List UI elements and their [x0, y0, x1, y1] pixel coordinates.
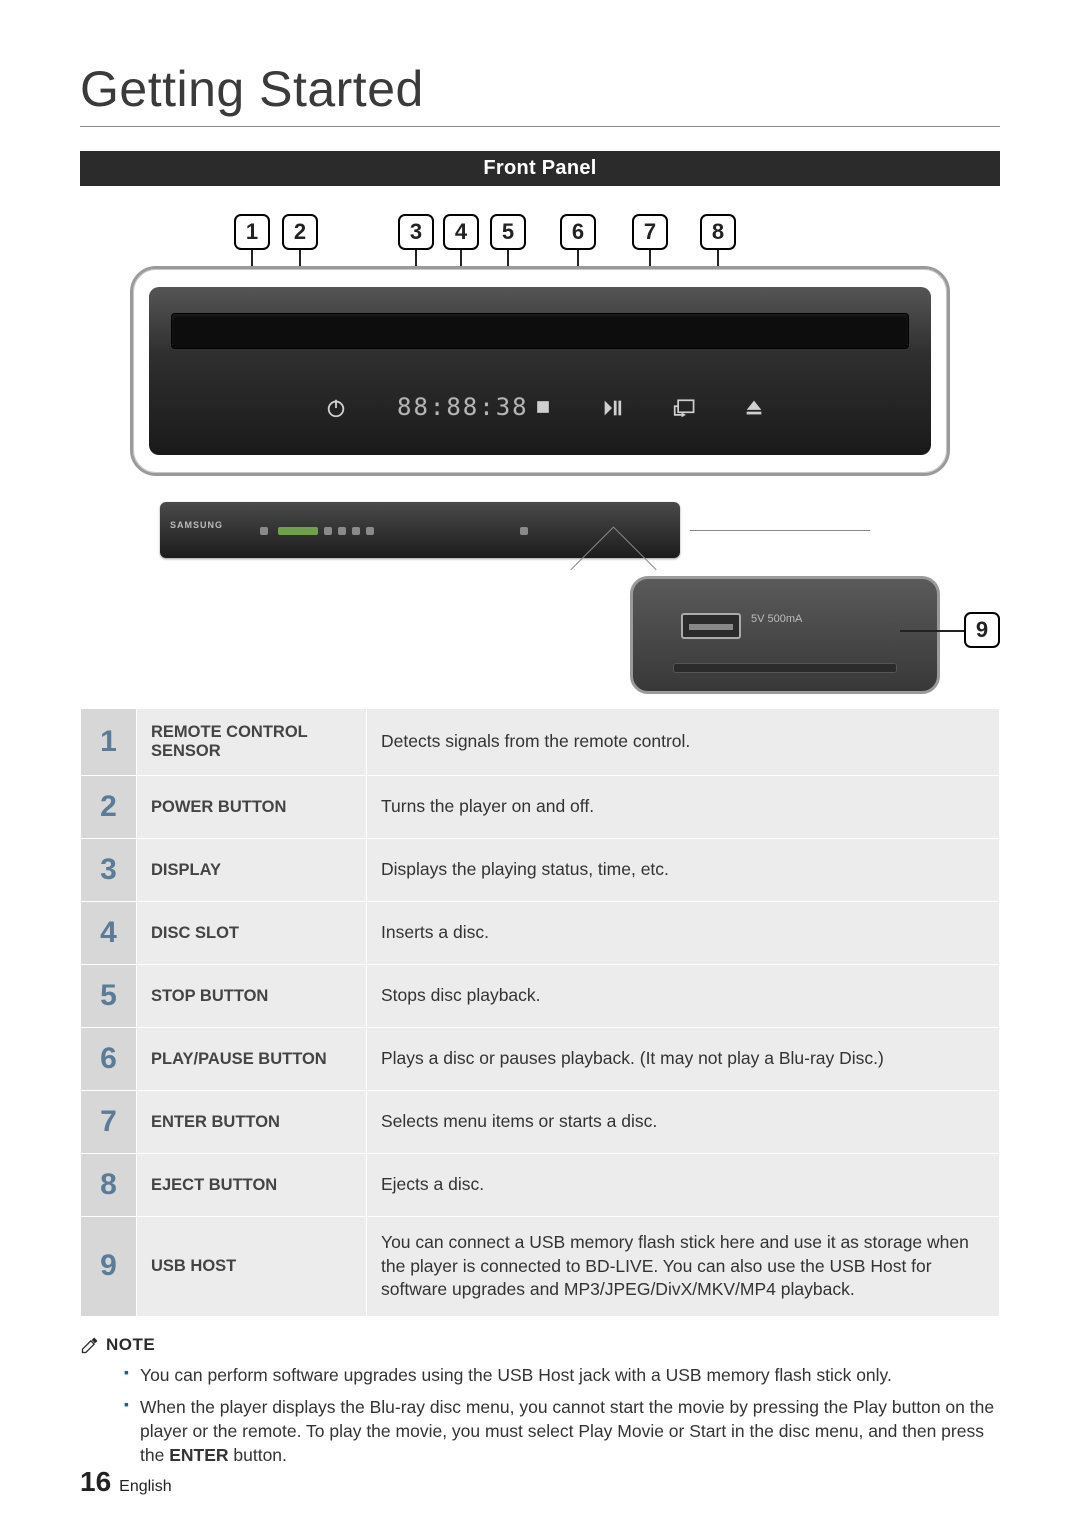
callout-5: 5	[490, 214, 526, 250]
row-name: ENTER BUTTON	[137, 1091, 367, 1154]
row-desc: Ejects a disc.	[367, 1154, 1000, 1217]
row-desc: Plays a disc or pauses playback. (It may…	[367, 1028, 1000, 1091]
brand-label: SAMSUNG	[170, 520, 223, 530]
table-row: 3DISPLAYDisplays the playing status, tim…	[81, 839, 1000, 902]
table-row: 1REMOTE CONTROL SENSORDetects signals fr…	[81, 709, 1000, 776]
power-icon	[325, 397, 347, 424]
table-row: 5STOP BUTTONStops disc playback.	[81, 965, 1000, 1028]
row-number: 1	[81, 709, 137, 776]
callout-2: 2	[282, 214, 318, 250]
device-outline: 88:88:38	[130, 266, 950, 476]
row-number: 3	[81, 839, 137, 902]
row-number: 2	[81, 776, 137, 839]
note-heading: NOTE	[80, 1335, 1000, 1355]
table-row: 6PLAY/PAUSE BUTTONPlays a disc or pauses…	[81, 1028, 1000, 1091]
row-desc: Stops disc playback.	[367, 965, 1000, 1028]
segment-display: 88:88:38	[397, 393, 529, 421]
usb-port-panel: 5V 500mA	[630, 576, 940, 694]
usb-port-icon	[681, 613, 741, 639]
callout-3: 3	[398, 214, 434, 250]
page-footer: 16 English	[80, 1466, 172, 1498]
row-name: POWER BUTTON	[137, 776, 367, 839]
row-name: STOP BUTTON	[137, 965, 367, 1028]
row-desc: You can connect a USB memory flash stick…	[367, 1217, 1000, 1317]
disc-slot-graphic	[171, 313, 909, 349]
row-desc: Detects signals from the remote control.	[367, 709, 1000, 776]
device-body: 88:88:38	[149, 287, 931, 455]
play-pause-icon	[601, 397, 623, 424]
table-row: 4DISC SLOTInserts a disc.	[81, 902, 1000, 965]
page-language: English	[119, 1478, 171, 1496]
row-number: 9	[81, 1217, 137, 1317]
row-desc: Selects menu items or starts a disc.	[367, 1091, 1000, 1154]
row-desc: Displays the playing status, time, etc.	[367, 839, 1000, 902]
table-row: 7ENTER BUTTONSelects menu items or start…	[81, 1091, 1000, 1154]
row-number: 4	[81, 902, 137, 965]
note-item: You can perform software upgrades using …	[124, 1363, 1000, 1387]
note-list: You can perform software upgrades using …	[80, 1363, 1000, 1468]
row-desc: Turns the player on and off.	[367, 776, 1000, 839]
row-number: 6	[81, 1028, 137, 1091]
note-item: When the player displays the Blu-ray dis…	[124, 1395, 1000, 1467]
row-name: EJECT BUTTON	[137, 1154, 367, 1217]
callout-9: 9	[964, 612, 1000, 648]
front-panel-diagram: 12 345678 88:88:38	[80, 186, 1000, 696]
front-panel-table: 1REMOTE CONTROL SENSORDetects signals fr…	[80, 708, 1000, 1317]
table-row: 9USB HOSTYou can connect a USB memory fl…	[81, 1217, 1000, 1317]
row-name: REMOTE CONTROL SENSOR	[137, 709, 367, 776]
callout-7: 7	[632, 214, 668, 250]
row-name: DISC SLOT	[137, 902, 367, 965]
section-title-bar: Front Panel	[80, 151, 1000, 186]
page-number: 16	[80, 1466, 111, 1498]
table-row: 2POWER BUTTONTurns the player on and off…	[81, 776, 1000, 839]
row-number: 5	[81, 965, 137, 1028]
row-name: USB HOST	[137, 1217, 367, 1317]
callout-8: 8	[700, 214, 736, 250]
row-name: DISPLAY	[137, 839, 367, 902]
row-number: 7	[81, 1091, 137, 1154]
usb-spec-label: 5V 500mA	[751, 613, 802, 626]
row-desc: Inserts a disc.	[367, 902, 1000, 965]
eject-icon	[743, 397, 765, 424]
row-number: 8	[81, 1154, 137, 1217]
callout-1: 1	[234, 214, 270, 250]
page-title: Getting Started	[80, 60, 1000, 127]
callout-9-lead	[900, 630, 964, 632]
callout-6: 6	[560, 214, 596, 250]
note-label: NOTE	[106, 1335, 155, 1355]
enter-icon	[673, 397, 697, 424]
row-name: PLAY/PAUSE BUTTON	[137, 1028, 367, 1091]
callout-4: 4	[443, 214, 479, 250]
table-row: 8EJECT BUTTONEjects a disc.	[81, 1154, 1000, 1217]
stop-icon	[533, 397, 553, 422]
pencil-icon	[80, 1335, 100, 1355]
enter-strong: ENTER	[169, 1445, 228, 1465]
